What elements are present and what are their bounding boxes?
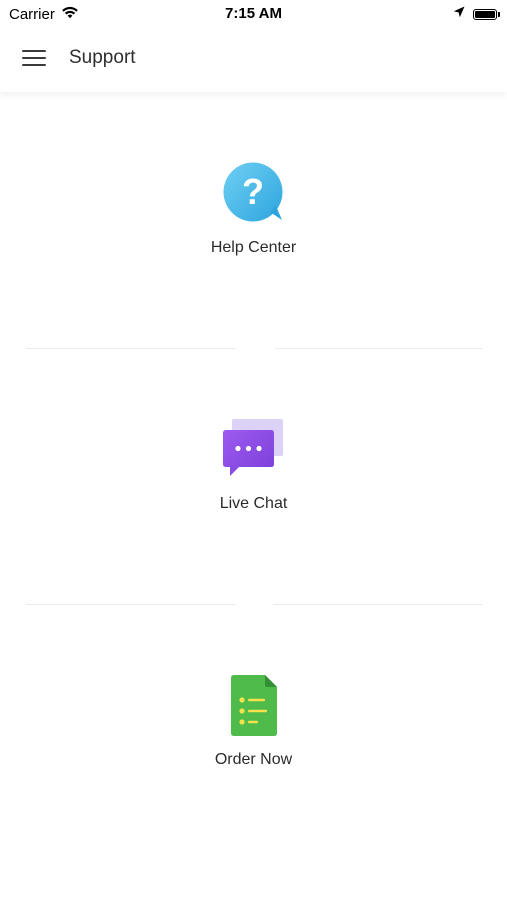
chat-bubble-icon <box>221 417 287 483</box>
live-chat-option[interactable]: Live Chat <box>0 349 507 603</box>
question-bubble-icon: ? <box>220 160 286 226</box>
document-list-icon <box>222 673 288 739</box>
status-bar: Carrier 7:15 AM <box>0 0 507 28</box>
svg-text:?: ? <box>242 171 264 212</box>
status-right <box>453 5 500 23</box>
battery-icon <box>473 8 500 20</box>
help-center-label: Help Center <box>210 239 297 256</box>
help-center-option[interactable]: ? Help Center <box>0 93 507 347</box>
order-now-label: Order Now <box>214 751 293 768</box>
app-bar: Support <box>0 28 507 92</box>
hamburger-menu-icon[interactable] <box>22 48 48 70</box>
order-now-option[interactable]: Order Now <box>0 605 507 859</box>
live-chat-label: Live Chat <box>219 495 288 512</box>
page-title: Support <box>69 47 136 68</box>
location-arrow-icon <box>453 5 465 23</box>
status-time: 7:15 AM <box>225 5 282 22</box>
